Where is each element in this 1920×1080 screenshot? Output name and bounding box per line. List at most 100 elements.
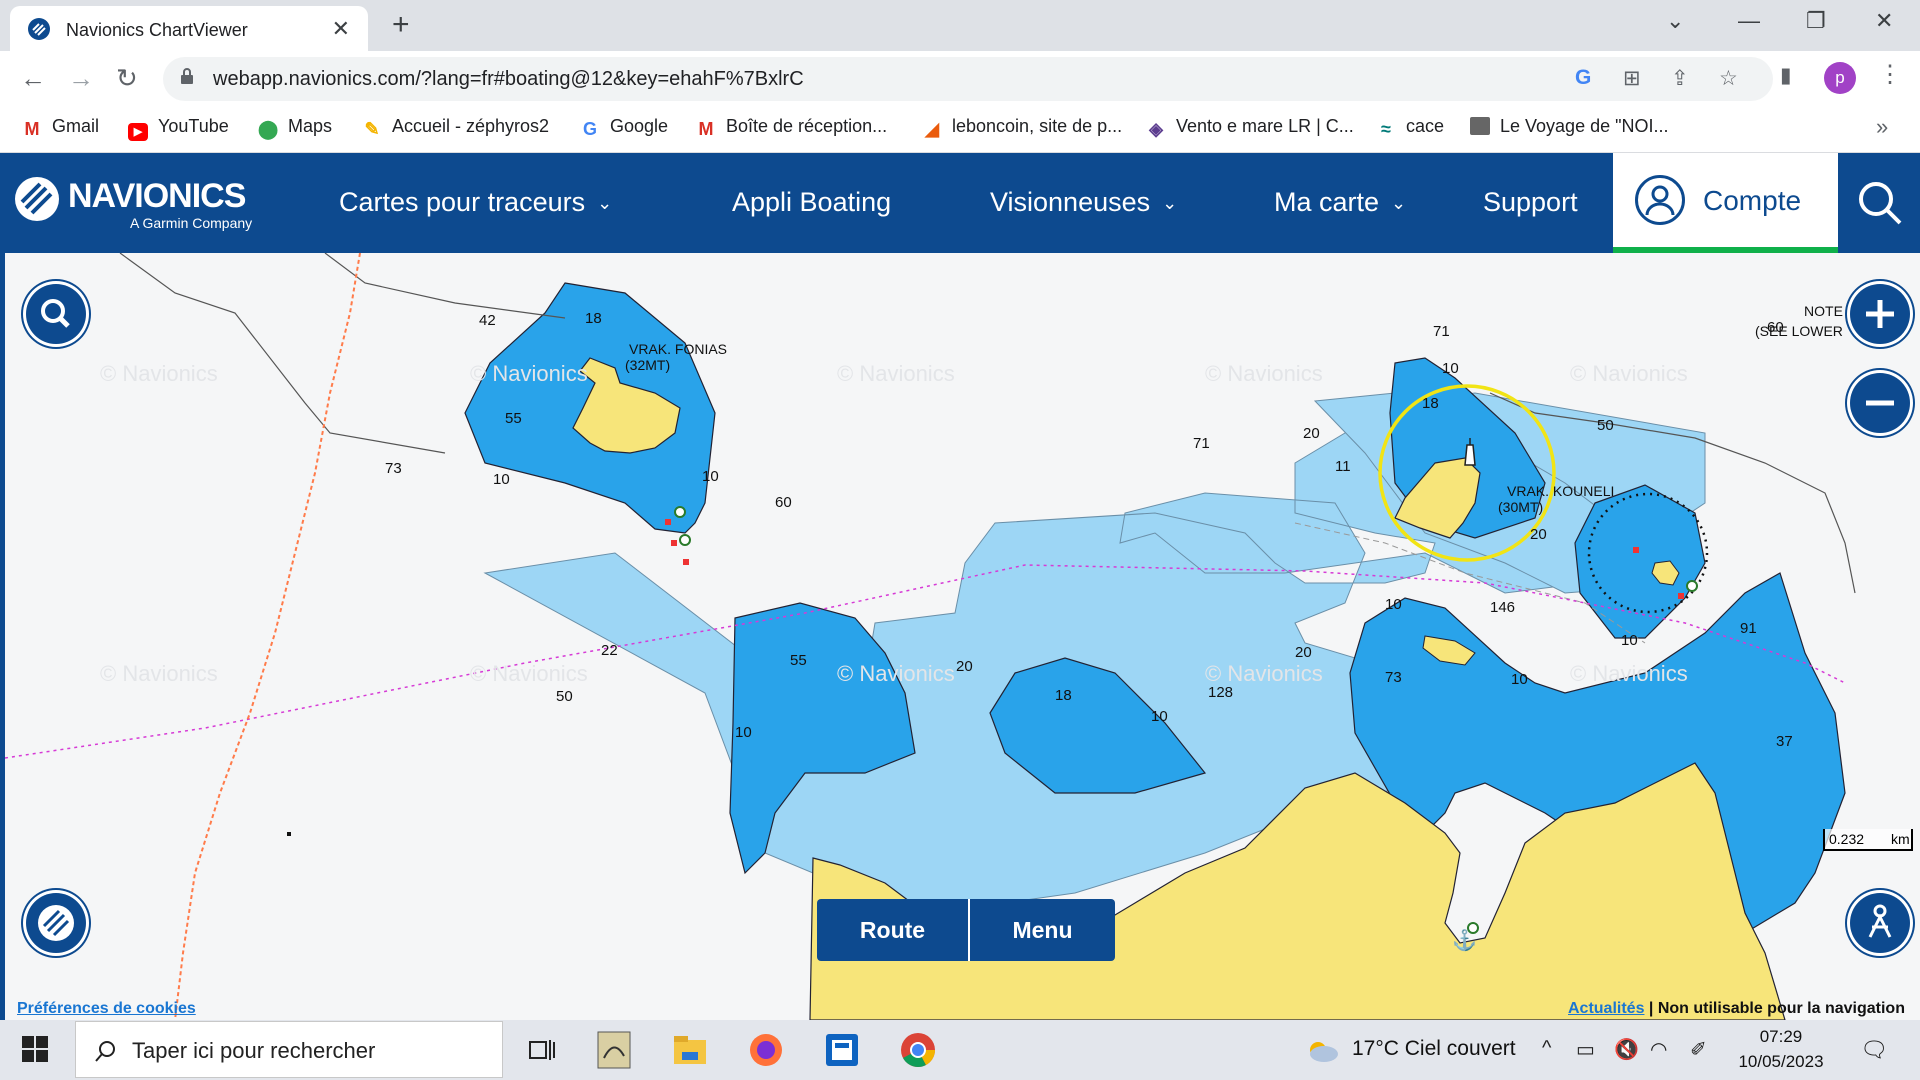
menu-button[interactable]: Menu — [970, 899, 1115, 961]
sonarchart-button[interactable] — [1850, 893, 1910, 953]
address-bar[interactable]: webapp.navionics.com/?lang=fr#boating@12… — [163, 57, 1773, 101]
bookmark-star-icon[interactable]: ☆ — [1719, 66, 1738, 91]
search-icon[interactable] — [1855, 178, 1905, 228]
task-view-icon[interactable] — [520, 1028, 564, 1072]
sounding: 10 — [1621, 632, 1638, 649]
news-link[interactable]: Actualités — [1568, 1000, 1644, 1017]
bookmark-accueil[interactable]: ✎ Accueil - zéphyros2 — [362, 116, 549, 138]
bookmark-voyage[interactable]: Le Voyage de "NOI... — [1470, 116, 1669, 137]
google-lens-icon[interactable]: G — [1575, 66, 1591, 90]
window-close-icon[interactable]: ✕ — [1875, 8, 1893, 34]
brand-name[interactable]: NAVIONICS — [68, 177, 246, 216]
chrome-icon[interactable] — [896, 1028, 940, 1072]
taskbar-search[interactable]: Taper ici pour rechercher — [75, 1021, 503, 1078]
cookie-preferences-link[interactable]: Préférences de cookies — [17, 1000, 196, 1018]
chart-app-icon[interactable] — [592, 1028, 636, 1072]
note-title: NOTE — [1804, 303, 1843, 319]
place-name: VRAK. KOUNELI — [1507, 483, 1614, 499]
wifi-icon[interactable]: ◠ — [1650, 1037, 1667, 1062]
profile-avatar[interactable]: p — [1824, 62, 1856, 94]
clock-time: 07:29 — [1759, 1027, 1803, 1046]
reload-icon[interactable]: ↻ — [116, 63, 138, 94]
gmail-icon: M — [24, 119, 40, 139]
tab-title: Navionics ChartViewer — [66, 20, 248, 40]
zoom-out-button[interactable] — [1850, 373, 1910, 433]
nav-support[interactable]: Support — [1483, 187, 1578, 218]
chart-map[interactable]: ⚓ © Navionics © Navionics © Navionics © … — [0, 253, 1920, 1020]
navionics-logo-icon — [38, 905, 74, 941]
bookmark-youtube[interactable]: ▶ YouTube — [128, 116, 229, 141]
buoy-marker-icon — [1686, 580, 1698, 592]
notifications-icon[interactable]: 🗨 — [1860, 1037, 1888, 1063]
bookmark-google[interactable]: G Google — [580, 116, 668, 138]
bookmark-cace[interactable]: ≈ cace — [1376, 116, 1444, 138]
nav-appli-boating[interactable]: Appli Boating — [732, 187, 891, 218]
bookmark-vento[interactable]: ◈ Vento e mare LR | C... — [1146, 116, 1354, 138]
bookmarks-more-icon[interactable]: » — [1876, 114, 1888, 140]
browser-toolbar: ← → ↻ webapp.navionics.com/?lang=fr#boat… — [0, 51, 1920, 106]
route-button[interactable]: Route — [817, 899, 968, 961]
nav-ma-carte[interactable]: Ma carte ⌄ — [1274, 187, 1406, 218]
scale-unit: km — [1891, 831, 1910, 847]
sounding: 55 — [790, 652, 807, 669]
translate-icon[interactable]: ⊞ — [1623, 66, 1641, 91]
buoy-marker-icon — [679, 534, 691, 546]
sounding: 20 — [1303, 425, 1320, 442]
bookmark-gmail[interactable]: M Gmail — [22, 116, 100, 139]
firefox-icon[interactable] — [744, 1028, 788, 1072]
forward-arrow-icon[interactable]: → — [68, 63, 94, 94]
place-name: VRAK. FONIAS — [629, 341, 727, 357]
battery-icon[interactable]: ▭ — [1576, 1037, 1595, 1062]
url-text: webapp.navionics.com/?lang=fr#boating@12… — [213, 68, 804, 90]
sounding: 11 — [1335, 458, 1351, 475]
sounding: 50 — [556, 688, 573, 705]
restore-icon[interactable]: ❐ — [1806, 8, 1826, 34]
nav-visionneuses[interactable]: Visionneuses ⌄ — [990, 187, 1177, 218]
minimize-icon[interactable]: — — [1738, 8, 1760, 34]
scale-value: 0.232 — [1829, 831, 1865, 847]
bookmark-maps[interactable]: ⬤ Maps — [258, 116, 332, 138]
map-search-button[interactable] — [26, 284, 86, 344]
new-tab-button[interactable]: + — [392, 8, 410, 42]
side-panel-icon[interactable]: ▮ — [1780, 63, 1792, 88]
windows-taskbar: Taper ici pour rechercher 17°C Ciel couv… — [0, 1020, 1920, 1080]
bookmark-inbox[interactable]: M Boîte de réception... — [696, 116, 888, 138]
bookmark-leboncoin[interactable]: ◢ leboncoin, site de p... — [922, 116, 1122, 138]
sounding: 73 — [385, 460, 402, 477]
sounding: 20 — [1530, 526, 1547, 543]
brand-subtitle: A Garmin Company — [130, 215, 253, 231]
contour-line — [324, 253, 566, 319]
weather-text[interactable]: 17°C Ciel couvert — [1352, 1037, 1516, 1061]
minus-icon — [1866, 400, 1894, 406]
watermark: © Navionics — [837, 661, 955, 686]
place-height: (32MT) — [625, 357, 670, 373]
search-icon — [95, 1041, 115, 1062]
share-icon[interactable]: ⇪ — [1671, 66, 1689, 91]
pen-icon[interactable]: ✐ — [1690, 1037, 1707, 1062]
back-arrow-icon[interactable]: ← — [20, 63, 46, 94]
hazard-marker-icon — [665, 519, 671, 525]
zoom-in-button[interactable] — [1850, 284, 1910, 344]
account-button[interactable]: Compte — [1613, 153, 1838, 253]
sounding: 18 — [1055, 687, 1072, 704]
sounding: 10 — [1385, 596, 1402, 613]
navionics-logo-icon[interactable] — [14, 176, 60, 222]
chevron-up-icon[interactable]: ^ — [1542, 1037, 1551, 1060]
windows-start-icon[interactable] — [22, 1036, 48, 1062]
calculator-app-icon[interactable] — [820, 1028, 864, 1072]
nav-cartes-traceurs[interactable]: Cartes pour traceurs ⌄ — [339, 187, 612, 218]
browser-tab-bar: Navionics ChartViewer ✕ + ⌄ — ❐ ✕ — [0, 0, 1920, 51]
layers-button[interactable] — [26, 893, 86, 953]
tab-close-icon[interactable]: ✕ — [332, 16, 350, 42]
watermark: © Navionics — [470, 361, 588, 386]
system-clock[interactable]: 07:29 10/05/2023 — [1736, 1024, 1826, 1074]
browser-tab[interactable]: Navionics ChartViewer ✕ — [10, 6, 368, 51]
file-explorer-icon[interactable] — [668, 1028, 712, 1072]
more-menu-icon[interactable]: ⋮ — [1878, 60, 1902, 89]
sounding: 71 — [1433, 323, 1450, 340]
tab-search-chevron-icon[interactable]: ⌄ — [1666, 8, 1684, 34]
user-icon — [1635, 175, 1685, 225]
watermark: © Navionics — [1570, 361, 1688, 386]
sounding: 22 — [601, 642, 618, 659]
volume-muted-icon[interactable]: 🔇 — [1614, 1037, 1639, 1062]
